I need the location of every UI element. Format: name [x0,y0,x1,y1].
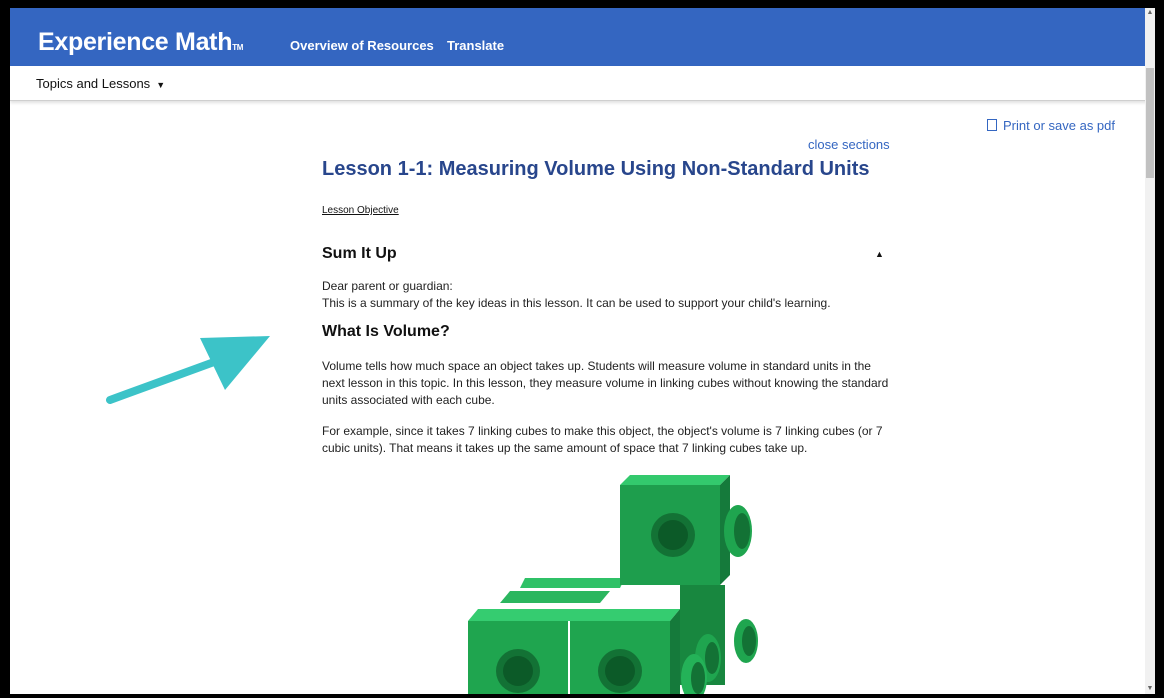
brand-name: Experience Math [38,28,233,56]
sum-it-up-text: Dear parent or guardian: This is a summa… [322,278,892,312]
nav-translate[interactable]: Translate [447,38,504,53]
vertical-scrollbar[interactable]: ▲ ▼ [1145,8,1155,694]
summary-line: This is a summary of the key ideas in th… [322,296,831,310]
topics-and-lessons-dropdown[interactable]: Topics and Lessons ▼ [36,76,165,91]
sum-it-up-heading[interactable]: Sum It Up [322,245,397,263]
brand-logo[interactable]: Experience MathTM [38,28,243,57]
top-navigation-bar: Experience MathTM Overview of Resources … [10,8,1155,66]
scrollbar-thumb[interactable] [1146,68,1154,178]
sub-navigation-bar: Topics and Lessons ▼ [10,66,1155,101]
print-label: Print or save as pdf [1003,118,1115,133]
print-or-save-pdf-link[interactable]: Print or save as pdf [987,118,1115,133]
linking-cubes-image [468,475,758,694]
collapse-caret-up-icon[interactable]: ▲ [875,249,884,259]
brand-trademark: TM [232,43,244,52]
browser-viewport: Experience MathTM Overview of Resources … [10,8,1155,694]
close-sections-link[interactable]: close sections [808,137,890,152]
topics-label: Topics and Lessons [36,76,151,91]
lesson-title: Lesson 1-1: Measuring Volume Using Non-S… [322,158,870,180]
pointer-arrow-icon [106,336,270,404]
what-is-volume-heading: What Is Volume? [322,323,450,340]
document-icon [987,119,997,131]
greeting-line: Dear parent or guardian: [322,279,453,293]
chevron-down-icon: ▼ [156,80,166,90]
scroll-up-arrow-icon[interactable]: ▲ [1145,8,1155,18]
lesson-objective-link[interactable]: Lesson Objective [322,205,399,216]
scroll-down-arrow-icon[interactable]: ▼ [1145,684,1155,694]
volume-paragraph-2: For example, since it takes 7 linking cu… [322,424,883,455]
volume-paragraph-1: Volume tells how much space an object ta… [322,359,889,407]
nav-overview-of-resources[interactable]: Overview of Resources [290,38,434,53]
